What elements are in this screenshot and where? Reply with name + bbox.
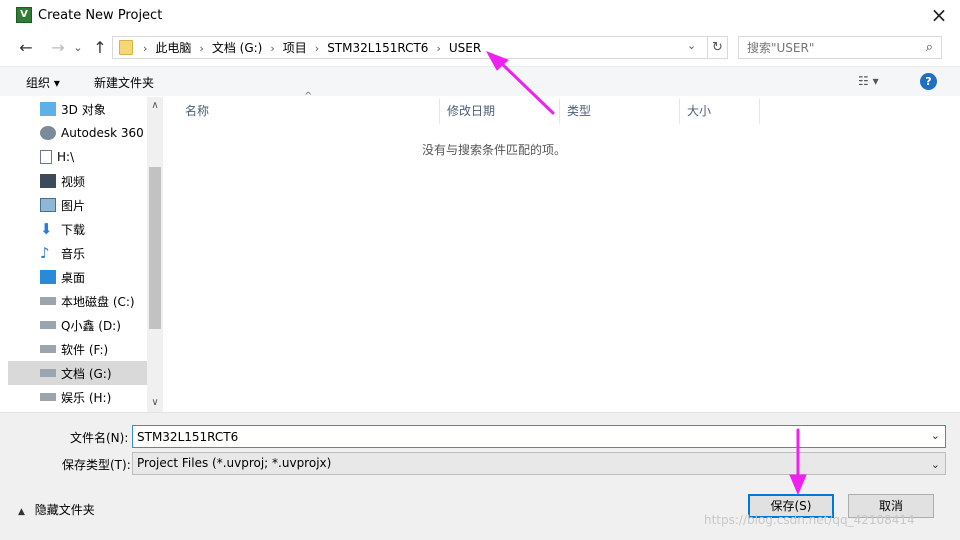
chevron-up-icon[interactable]: ∧: [147, 100, 163, 111]
sidebar-item-h-path[interactable]: H:\: [8, 145, 147, 169]
file-type-select[interactable]: Project Files (*.uvproj; *.uvprojx) ⌄: [132, 452, 946, 475]
sidebar-item-videos[interactable]: 视频: [8, 169, 147, 193]
refresh-icon[interactable]: ↻: [708, 36, 728, 59]
sidebar-item-label: 音乐: [61, 246, 86, 261]
column-header-date[interactable]: 修改日期: [440, 99, 560, 124]
chevron-up-icon: ▲: [18, 507, 25, 517]
recent-locations-icon[interactable]: ⌄: [68, 38, 88, 58]
help-icon[interactable]: ?: [920, 73, 937, 90]
chevron-down-icon[interactable]: ⌄: [931, 429, 940, 442]
sidebar-item-label: 下载: [61, 222, 86, 237]
new-folder-button[interactable]: 新建文件夹: [94, 74, 154, 91]
back-arrow-icon[interactable]: ←: [16, 38, 36, 58]
sidebar-item-label: 3D 对象: [61, 102, 106, 117]
chevron-down-icon[interactable]: ⌄: [687, 39, 696, 52]
sidebar-item-label: 桌面: [61, 270, 86, 285]
empty-message: 没有与搜索条件匹配的项。: [421, 143, 566, 157]
sidebar-item-drive-d[interactable]: Q小鑫 (D:): [8, 313, 147, 337]
cloud-icon: [40, 126, 56, 140]
sidebar-item-drive-c[interactable]: 本地磁盘 (C:): [8, 289, 147, 313]
cube-icon: [40, 102, 56, 116]
sidebar-item-drive-h[interactable]: 娱乐 (H:): [8, 385, 147, 409]
column-header-size[interactable]: 大小: [680, 99, 760, 124]
hide-folders-label: 隐藏文件夹: [34, 503, 95, 517]
breadcrumb-item[interactable]: 项目: [275, 40, 315, 56]
sidebar-item-drive-f[interactable]: 软件 (F:): [8, 337, 147, 361]
column-header-type[interactable]: 类型: [560, 99, 680, 124]
sidebar-item-label: 文档 (G:): [61, 366, 112, 381]
app-icon: V: [16, 7, 32, 23]
breadcrumb-item[interactable]: STM32L151RCT6: [319, 40, 436, 56]
scrollbar-thumb[interactable]: [149, 167, 161, 329]
file-name-input[interactable]: [133, 426, 913, 447]
film-icon: [40, 174, 56, 188]
breadcrumb: › 此电脑 › 文档 (G:) › 项目 › STM32L151RCT6 › U…: [143, 40, 489, 56]
download-icon: ⬇: [40, 220, 53, 238]
picture-icon: [40, 198, 56, 212]
sidebar-item-3d-objects[interactable]: 3D 对象: [8, 97, 147, 121]
drive-icon: [40, 345, 56, 353]
folder-icon: [119, 40, 133, 55]
file-name-label: 文件名(N):: [70, 431, 129, 445]
sidebar-item-label: 视频: [61, 174, 86, 189]
drive-icon: [40, 297, 56, 305]
search-box[interactable]: ⌕: [738, 36, 942, 59]
chevron-down-icon[interactable]: ∨: [147, 397, 163, 408]
sidebar-item-pictures[interactable]: 图片: [8, 193, 147, 217]
sidebar-item-autodesk[interactable]: Autodesk 360: [8, 121, 147, 145]
drive-icon: [40, 393, 56, 401]
drive-icon: [40, 369, 56, 377]
file-list[interactable]: ^ 名称 修改日期 类型 大小 没有与搜索条件匹配的项。: [164, 91, 952, 413]
sidebar-item-label: 软件 (F:): [61, 342, 109, 357]
up-arrow-icon[interactable]: ↑: [90, 38, 110, 58]
breadcrumb-item-current[interactable]: USER: [441, 40, 489, 56]
file-type-value: Project Files (*.uvproj; *.uvprojx): [137, 456, 332, 470]
sidebar-item-drive-g[interactable]: 文档 (G:): [8, 361, 147, 385]
sidebar-item-label: 娱乐 (H:): [61, 390, 112, 405]
file-type-label: 保存类型(T):: [62, 458, 131, 472]
music-icon: ♪: [40, 244, 50, 262]
window-title: Create New Project: [38, 8, 163, 23]
sidebar-item-desktop[interactable]: 桌面: [8, 265, 147, 289]
sidebar-item-downloads[interactable]: ⬇ 下载: [8, 217, 147, 241]
organize-button[interactable]: 组织 ▾: [26, 74, 60, 91]
document-icon: [40, 150, 52, 164]
sidebar-item-label: H:\: [57, 150, 75, 164]
drive-icon: [40, 321, 56, 329]
breadcrumb-item[interactable]: 文档 (G:): [204, 40, 271, 56]
sidebar-item-label: 图片: [61, 198, 86, 213]
search-input[interactable]: [747, 37, 917, 58]
sidebar-item-label: Q小鑫 (D:): [61, 318, 121, 333]
watermark: https://blog.csdn.net/qq_42108414: [704, 513, 915, 527]
sidebar-scrollbar[interactable]: ∧ ∨: [147, 97, 163, 413]
close-icon[interactable]: ×: [928, 4, 950, 26]
hide-folders-toggle[interactable]: ▲ 隐藏文件夹: [18, 501, 95, 518]
navigation-pane: 3D 对象 Autodesk 360 H:\ 视频 图片 ⬇ 下载 ♪ 音乐 桌…: [8, 97, 147, 413]
column-header-name[interactable]: 名称: [178, 99, 440, 124]
file-name-field[interactable]: ⌄: [132, 425, 946, 448]
title-bar: V Create New Project ×: [0, 0, 960, 32]
view-options-icon[interactable]: ☷ ▾: [858, 74, 879, 88]
sidebar-item-label: 本地磁盘 (C:): [61, 294, 135, 309]
search-icon[interactable]: ⌕: [926, 40, 933, 55]
sidebar-item-music[interactable]: ♪ 音乐: [8, 241, 147, 265]
sidebar-item-label: Autodesk 360: [61, 126, 144, 140]
chevron-down-icon[interactable]: ⌄: [931, 454, 940, 475]
desktop-icon: [40, 270, 56, 284]
breadcrumb-item[interactable]: 此电脑: [147, 40, 199, 56]
forward-arrow-icon[interactable]: →: [48, 38, 68, 58]
address-bar[interactable]: › 此电脑 › 文档 (G:) › 项目 › STM32L151RCT6 › U…: [112, 36, 708, 59]
toolbar: 组织 ▾ 新建文件夹 ☷ ▾ ?: [0, 66, 960, 96]
divider: [0, 412, 960, 413]
